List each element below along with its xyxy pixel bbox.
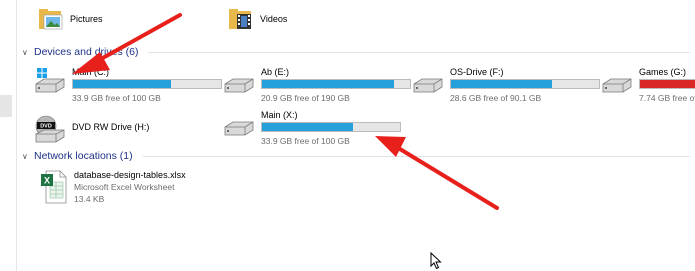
drive-free-space: 33.9 GB free of 100 GB [72,93,161,103]
drive-name: Games (G:) [639,67,687,77]
group-header-network[interactable]: ∨ Network locations (1) [22,150,690,162]
drive-main-x[interactable]: Main (X:) 33.9 GB free of 100 GB [223,110,413,146]
folder-pictures[interactable]: Pictures [38,6,103,32]
group-divider [142,155,690,157]
drive-free-space: 28.6 GB free of 90.1 GB [450,93,542,103]
group-label: Devices and drives (6) [34,46,139,58]
drive-dvd-rw-h[interactable]: DVD DVD RW Drive (H:) [34,115,224,151]
windows-drive-icon [35,68,65,93]
drive-name: Ab (E:) [261,67,290,77]
dvd-drive-icon: DVD [35,115,65,143]
navigation-pane-selection [0,95,12,117]
drive-usage-bar [261,122,401,132]
drive-games-g[interactable]: Games (G:) 7.74 GB free of [601,67,695,103]
pictures-folder-icon [39,9,63,30]
drive-usage-bar [639,79,695,89]
drive-usage-bar [450,79,600,89]
svg-text:X: X [44,176,50,186]
file-size: 13.4 KB [74,194,105,204]
file-type: Microsoft Excel Worksheet [74,182,175,192]
hard-drive-icon [602,78,632,93]
drive-main-c[interactable]: Main (C:) 33.9 GB free of 100 GB [34,67,224,103]
drive-name: OS-Drive (F:) [450,67,504,77]
drive-usage-bar [72,79,222,89]
drive-free-space: 7.74 GB free of [639,93,695,103]
folder-label: Videos [260,14,288,24]
svg-text:DVD: DVD [40,124,52,130]
arrow-to-drive-x-icon [375,136,499,210]
folder-label: Pictures [70,14,103,24]
group-label: Network locations (1) [34,150,133,162]
hard-drive-icon [413,78,443,93]
navigation-pane-edge [0,0,17,271]
network-file-item[interactable]: X database-design-tables.xlsx Microsoft … [40,170,186,206]
hard-drive-icon [224,78,254,93]
chevron-down-icon: ∨ [22,151,28,161]
mouse-cursor-icon [430,252,442,270]
videos-folder-icon [229,9,251,29]
drive-ab-e[interactable]: Ab (E:) 20.9 GB free of 190 GB [223,67,413,103]
drive-usage-bar [261,79,411,89]
chevron-down-icon: ∨ [22,47,28,57]
folder-videos[interactable]: Videos [228,6,287,32]
file-name: database-design-tables.xlsx [74,170,186,180]
drive-free-space: 33.9 GB free of 100 GB [261,136,350,146]
group-header-devices[interactable]: ∨ Devices and drives (6) [22,46,690,58]
drive-name: Main (X:) [261,110,298,120]
drive-name: Main (C:) [72,67,110,77]
drive-free-space: 20.9 GB free of 190 GB [261,93,350,103]
group-divider [148,51,690,53]
drive-name: DVD RW Drive (H:) [72,122,150,132]
excel-file-icon: X [41,170,67,204]
drive-os-drive-f[interactable]: OS-Drive (F:) 28.6 GB free of 90.1 GB [412,67,602,103]
hard-drive-icon [224,121,254,136]
